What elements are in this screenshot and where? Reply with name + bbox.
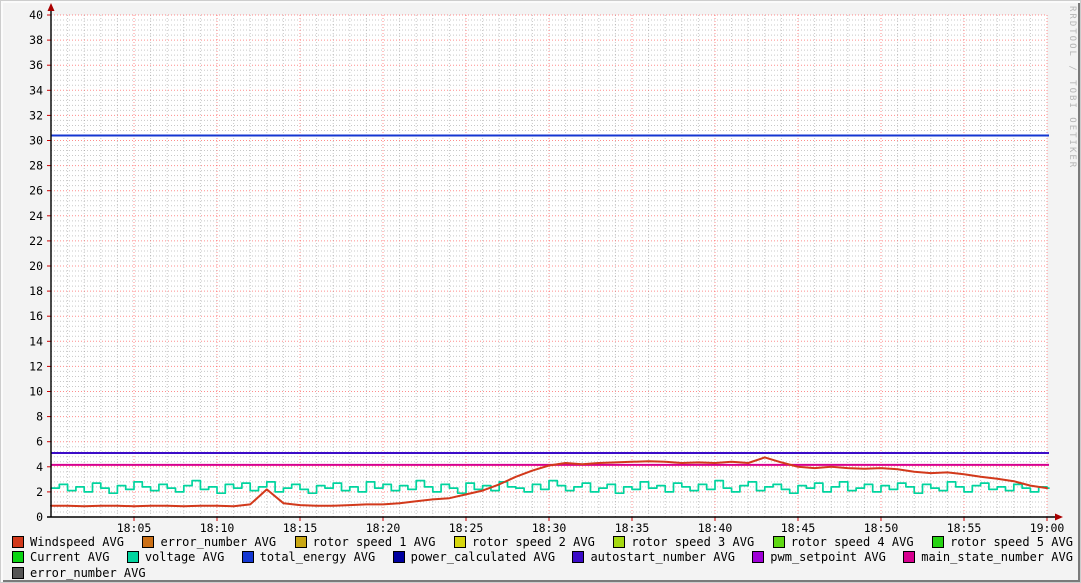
y-axis-arrow-icon <box>48 3 55 11</box>
legend-item: error_number AVG <box>142 535 276 549</box>
y-tick-label: 26 <box>29 184 43 198</box>
legend-label: rotor speed 2 AVG <box>472 535 595 549</box>
legend-item: rotor speed 5 AVG <box>932 535 1073 549</box>
chart-canvas: 024681012141618202224262830323436384018:… <box>1 1 1081 534</box>
legend-item: rotor speed 2 AVG <box>454 535 595 549</box>
legend-item: Current AVG <box>12 550 109 564</box>
y-tick-label: 14 <box>29 334 43 348</box>
legend-item: autostart_number AVG <box>572 550 735 564</box>
legend-label: error_number AVG <box>160 535 276 549</box>
chart-legend: Windspeed AVG error_number AVG rotor speed… <box>12 534 1073 581</box>
legend-label: total_energy AVG <box>260 550 376 564</box>
x-tick-label: 18:25 <box>449 521 484 534</box>
y-tick-label: 32 <box>29 108 43 122</box>
y-tick-label: 6 <box>36 435 43 449</box>
y-tick-label: 0 <box>36 510 43 524</box>
legend-label: error_number AVG <box>30 566 146 580</box>
legend-label: voltage AVG <box>145 550 224 564</box>
legend-label: autostart_number AVG <box>590 550 735 564</box>
legend-swatch-icon <box>12 567 24 579</box>
x-tick-label: 19:00 <box>1030 521 1065 534</box>
y-tick-label: 2 <box>36 485 43 499</box>
legend-label: rotor speed 1 AVG <box>313 535 436 549</box>
legend-item: pwm_setpoint AVG <box>752 550 886 564</box>
rrdtool-watermark: RRDTOOL / TOBI OETIKER <box>1067 6 1077 169</box>
y-tick-label: 22 <box>29 234 43 248</box>
x-tick-label: 18:05 <box>117 521 152 534</box>
legend-swatch-icon <box>903 551 915 563</box>
legend-label: Windspeed AVG <box>30 535 124 549</box>
x-tick-label: 18:45 <box>781 521 816 534</box>
legend-swatch-icon <box>752 551 764 563</box>
legend-swatch-icon <box>613 536 625 548</box>
legend-item: total_energy AVG <box>242 550 376 564</box>
legend-item: error_number AVG <box>12 566 146 580</box>
x-tick-label: 18:10 <box>200 521 235 534</box>
x-axis-arrow-icon <box>1055 514 1063 521</box>
legend-swatch-icon <box>572 551 584 563</box>
legend-label: power_calculated AVG <box>411 550 556 564</box>
y-tick-label: 16 <box>29 309 43 323</box>
y-tick-label: 28 <box>29 159 43 173</box>
legend-swatch-icon <box>242 551 254 563</box>
legend-label: rotor speed 3 AVG <box>631 535 754 549</box>
legend-item: rotor speed 3 AVG <box>613 535 754 549</box>
legend-row-1: Windspeed AVG error_number AVG rotor speed… <box>12 534 1073 550</box>
legend-item: Windspeed AVG <box>12 535 124 549</box>
y-tick-label: 20 <box>29 259 43 273</box>
legend-swatch-icon <box>127 551 139 563</box>
legend-item: rotor speed 4 AVG <box>773 535 914 549</box>
y-tick-label: 38 <box>29 33 43 47</box>
x-tick-label: 18:35 <box>615 521 650 534</box>
x-tick-label: 18:15 <box>283 521 318 534</box>
legend-swatch-icon <box>295 536 307 548</box>
y-tick-label: 36 <box>29 58 43 72</box>
y-tick-label: 4 <box>36 460 43 474</box>
legend-label: rotor speed 4 AVG <box>791 535 914 549</box>
y-tick-label: 10 <box>29 385 43 399</box>
x-tick-label: 18:50 <box>864 521 899 534</box>
legend-item: power_calculated AVG <box>393 550 556 564</box>
legend-swatch-icon <box>12 536 24 548</box>
legend-swatch-icon <box>393 551 405 563</box>
legend-swatch-icon <box>773 536 785 548</box>
legend-swatch-icon <box>932 536 944 548</box>
y-tick-label: 40 <box>29 8 43 22</box>
rrdtool-graph: 024681012141618202224262830323436384018:… <box>0 0 1081 583</box>
y-tick-label: 8 <box>36 410 43 424</box>
legend-swatch-icon <box>454 536 466 548</box>
x-tick-label: 18:20 <box>366 521 401 534</box>
y-tick-label: 24 <box>29 209 43 223</box>
legend-label: Current AVG <box>30 550 109 564</box>
legend-swatch-icon <box>142 536 154 548</box>
legend-row-3: error_number AVG <box>12 565 1073 581</box>
legend-swatch-icon <box>12 551 24 563</box>
legend-label: main_state_number AVG <box>921 550 1073 564</box>
legend-item: main_state_number AVG <box>903 550 1073 564</box>
legend-item: voltage AVG <box>127 550 224 564</box>
x-tick-label: 18:30 <box>532 521 567 534</box>
legend-item: rotor speed 1 AVG <box>295 535 436 549</box>
legend-label: rotor speed 5 AVG <box>950 535 1073 549</box>
y-tick-label: 30 <box>29 134 43 148</box>
x-tick-label: 18:55 <box>947 521 982 534</box>
y-tick-label: 34 <box>29 83 43 97</box>
legend-label: pwm_setpoint AVG <box>770 550 886 564</box>
x-tick-label: 18:40 <box>698 521 733 534</box>
y-tick-label: 18 <box>29 284 43 298</box>
y-tick-label: 12 <box>29 359 43 373</box>
legend-row-2: Current AVG voltage AVG total_energy AVG po… <box>12 550 1073 566</box>
